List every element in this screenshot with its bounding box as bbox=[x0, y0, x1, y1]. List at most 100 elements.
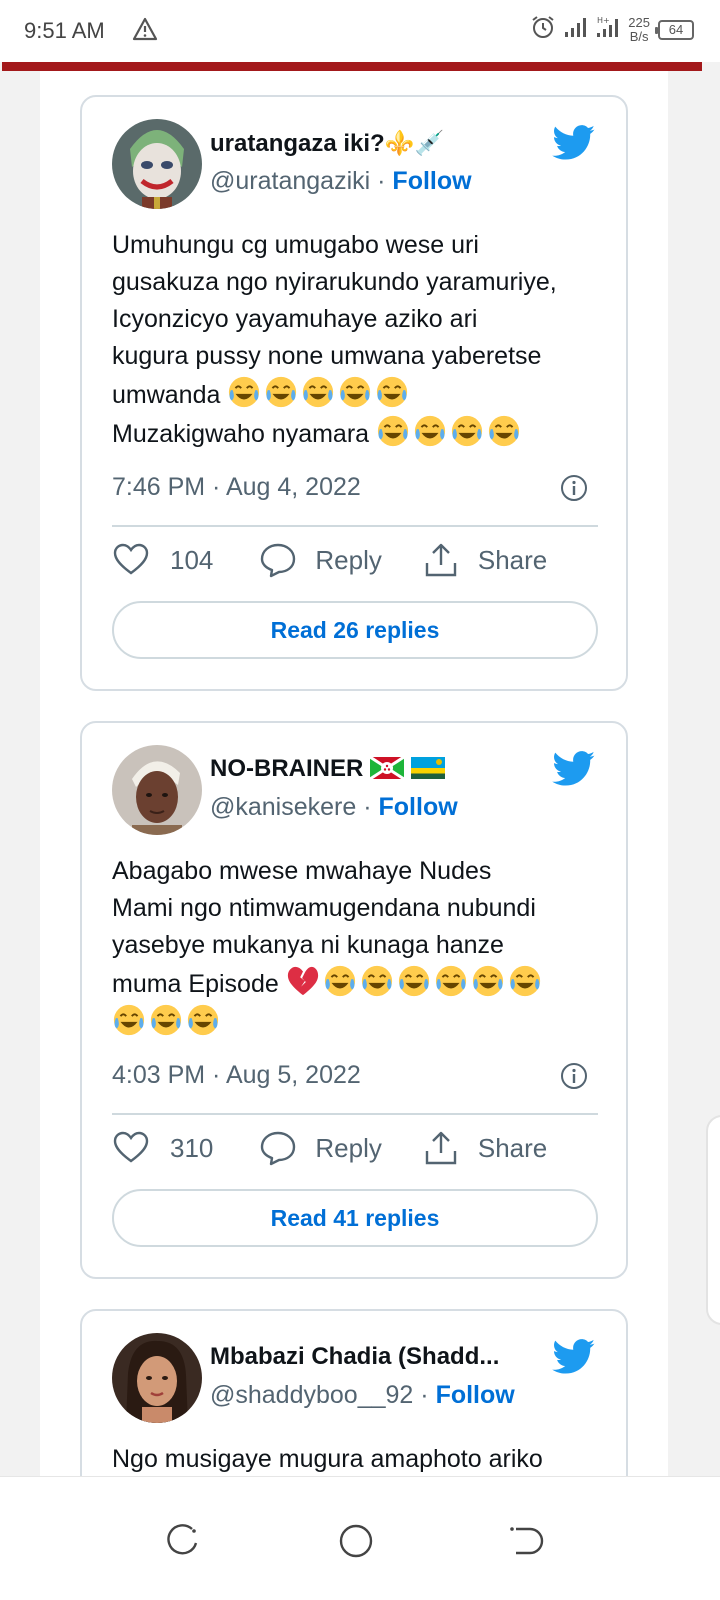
separator-dot: · bbox=[377, 167, 393, 195]
handle[interactable]: @shaddyboo__92 bbox=[210, 1381, 413, 1409]
hplus-signal-icon: H+ bbox=[596, 15, 620, 44]
battery-icon: 64 bbox=[655, 19, 694, 40]
tweet-text-line: yasebye mukanya ni kunaga hanze bbox=[112, 931, 504, 959]
tears-of-joy-icon bbox=[150, 1004, 182, 1036]
follow-link[interactable]: Follow bbox=[436, 1381, 515, 1409]
share-button[interactable]: Share bbox=[422, 541, 547, 579]
status-time: 9:51 AM bbox=[24, 18, 105, 43]
tears-of-joy-icon bbox=[472, 965, 503, 997]
handle[interactable]: @kanisekere bbox=[210, 793, 356, 821]
info-icon[interactable] bbox=[560, 474, 588, 502]
tears-of-joy-icon bbox=[398, 965, 429, 997]
display-name[interactable]: uratangaza iki?⚜️💉 bbox=[210, 129, 444, 158]
tweet-text-line: gusakuza ngo nyirarukundo yaramuriye, bbox=[112, 268, 557, 296]
share-button[interactable]: Share bbox=[422, 1129, 547, 1167]
tears-of-joy-icon bbox=[229, 376, 260, 408]
reply-bubble-icon bbox=[261, 543, 296, 578]
status-bar: 9:51 AM H+ 225 B/s 64 bbox=[0, 0, 720, 62]
divider bbox=[112, 525, 598, 527]
twitter-bird-icon[interactable] bbox=[552, 125, 596, 161]
net-speed: 225 B/s bbox=[628, 14, 650, 44]
avatar[interactable] bbox=[112, 119, 202, 209]
tears-of-joy-icon bbox=[324, 965, 355, 997]
svg-text:H+: H+ bbox=[597, 16, 610, 25]
tears-of-joy-icon bbox=[266, 376, 297, 408]
display-name[interactable]: NO-BRAINER bbox=[210, 755, 363, 782]
reply-button[interactable]: Reply bbox=[259, 1129, 382, 1167]
tweet-timestamp[interactable]: 4:03 PM · Aug 5, 2022 bbox=[112, 1061, 361, 1090]
share-label: Share bbox=[477, 544, 548, 575]
embedded-tweet[interactable]: Mbabazi Chadia (Shadd... @shaddyboo__92 … bbox=[80, 1309, 628, 1476]
info-icon[interactable] bbox=[560, 1062, 588, 1090]
warning-icon bbox=[132, 16, 158, 47]
tweet-text-line: Mami ngo ntimwamugendana nubundi bbox=[112, 894, 536, 922]
burundi-flag-icon bbox=[368, 755, 406, 781]
home-icon[interactable] bbox=[336, 1521, 376, 1561]
tweet-text: Ngo musigaye mugura amaphoto ariko bbox=[112, 1441, 612, 1476]
laughing-emoji-group bbox=[227, 376, 412, 409]
handle[interactable]: @uratangaziki bbox=[210, 167, 370, 195]
system-navigation-bar bbox=[0, 1476, 720, 1600]
like-button[interactable]: 104 bbox=[112, 541, 213, 579]
share-icon bbox=[425, 543, 457, 577]
tears-of-joy-icon bbox=[488, 415, 520, 447]
tweet-timestamp[interactable]: 7:46 PM · Aug 4, 2022 bbox=[112, 473, 361, 502]
avatar[interactable] bbox=[112, 745, 202, 835]
separator-dot: · bbox=[363, 793, 379, 821]
net-speed-value: 225 bbox=[628, 14, 650, 30]
avatar[interactable] bbox=[112, 1333, 202, 1423]
like-button[interactable]: 310 bbox=[112, 1129, 213, 1167]
display-name-row[interactable]: NO-BRAINER bbox=[210, 755, 445, 783]
tears-of-joy-icon bbox=[435, 965, 466, 997]
tweet-text: Umuhungu cg umugabo wese uri gusakuza ng… bbox=[112, 227, 612, 453]
read-replies-button[interactable]: Read 41 replies bbox=[112, 1189, 598, 1247]
tweet-text: Abagabo mwese mwahaye Nudes Mami ngo nti… bbox=[112, 853, 612, 1042]
embedded-tweet[interactable]: NO-BRAINER @kanisekere · Follow Abagabo … bbox=[80, 721, 628, 1279]
like-count: 104 bbox=[170, 544, 214, 575]
display-name[interactable]: Mbabazi Chadia (Shadd... bbox=[210, 1343, 499, 1371]
share-label: Share bbox=[477, 1132, 548, 1163]
broken-heart-icon bbox=[287, 966, 318, 996]
header-accent-line bbox=[2, 62, 702, 71]
heart-icon bbox=[113, 1131, 149, 1163]
handle-row: @uratangaziki · Follow bbox=[210, 167, 472, 196]
tears-of-joy-icon bbox=[451, 415, 483, 447]
like-count: 310 bbox=[170, 1132, 214, 1163]
floating-side-handle[interactable] bbox=[706, 1115, 720, 1325]
rwanda-flag-icon bbox=[410, 757, 445, 779]
twitter-bird-icon[interactable] bbox=[552, 1339, 596, 1375]
article-content[interactable]: uratangaza iki?⚜️💉 @uratangaziki · Follo… bbox=[40, 71, 668, 1476]
share-icon bbox=[425, 1131, 457, 1165]
twitter-bird-icon[interactable] bbox=[552, 751, 596, 787]
laughing-emoji-group bbox=[376, 415, 524, 448]
tears-of-joy-icon bbox=[377, 415, 409, 447]
tweet-text-line-with-emoji: muma Episode bbox=[112, 964, 612, 1003]
tweet-text-line: kugura pussy none umwana yaberetse bbox=[112, 342, 542, 370]
heart-icon bbox=[113, 543, 149, 575]
tweet-text-line: Ngo musigaye mugura amaphoto ariko bbox=[112, 1445, 543, 1473]
alarm-icon bbox=[530, 14, 556, 45]
recent-apps-icon[interactable] bbox=[164, 1521, 204, 1561]
tweet-text-line-with-emoji: Muzakigwaho nyamara bbox=[112, 414, 612, 453]
tweet-actions: 104 Reply Share bbox=[112, 541, 547, 579]
back-icon[interactable] bbox=[506, 1521, 546, 1561]
tweet-actions: 310 Reply Share bbox=[112, 1129, 547, 1167]
tweet-text-line: Umuhungu cg umugabo wese uri bbox=[112, 231, 479, 259]
tweet-text-line: umwanda bbox=[112, 381, 221, 409]
tears-of-joy-icon bbox=[377, 376, 408, 408]
battery-level: 64 bbox=[668, 22, 684, 37]
read-replies-button[interactable]: Read 26 replies bbox=[112, 601, 598, 659]
tweet-text-line: Abagabo mwese mwahaye Nudes bbox=[112, 857, 492, 885]
tears-of-joy-icon bbox=[187, 1004, 219, 1036]
tweet-text-line-with-emoji: umwanda bbox=[112, 375, 612, 414]
reply-button[interactable]: Reply bbox=[259, 541, 382, 579]
reply-label: Reply bbox=[315, 544, 382, 575]
embedded-tweet[interactable]: uratangaza iki?⚜️💉 @uratangaziki · Follo… bbox=[80, 95, 628, 691]
tears-of-joy-icon bbox=[113, 1004, 145, 1036]
net-speed-unit: B/s bbox=[629, 28, 649, 44]
follow-link[interactable]: Follow bbox=[392, 167, 471, 195]
follow-link[interactable]: Follow bbox=[379, 793, 458, 821]
tears-of-joy-icon bbox=[509, 965, 540, 997]
handle-row: @kanisekere · Follow bbox=[210, 793, 458, 822]
reply-label: Reply bbox=[315, 1132, 382, 1163]
